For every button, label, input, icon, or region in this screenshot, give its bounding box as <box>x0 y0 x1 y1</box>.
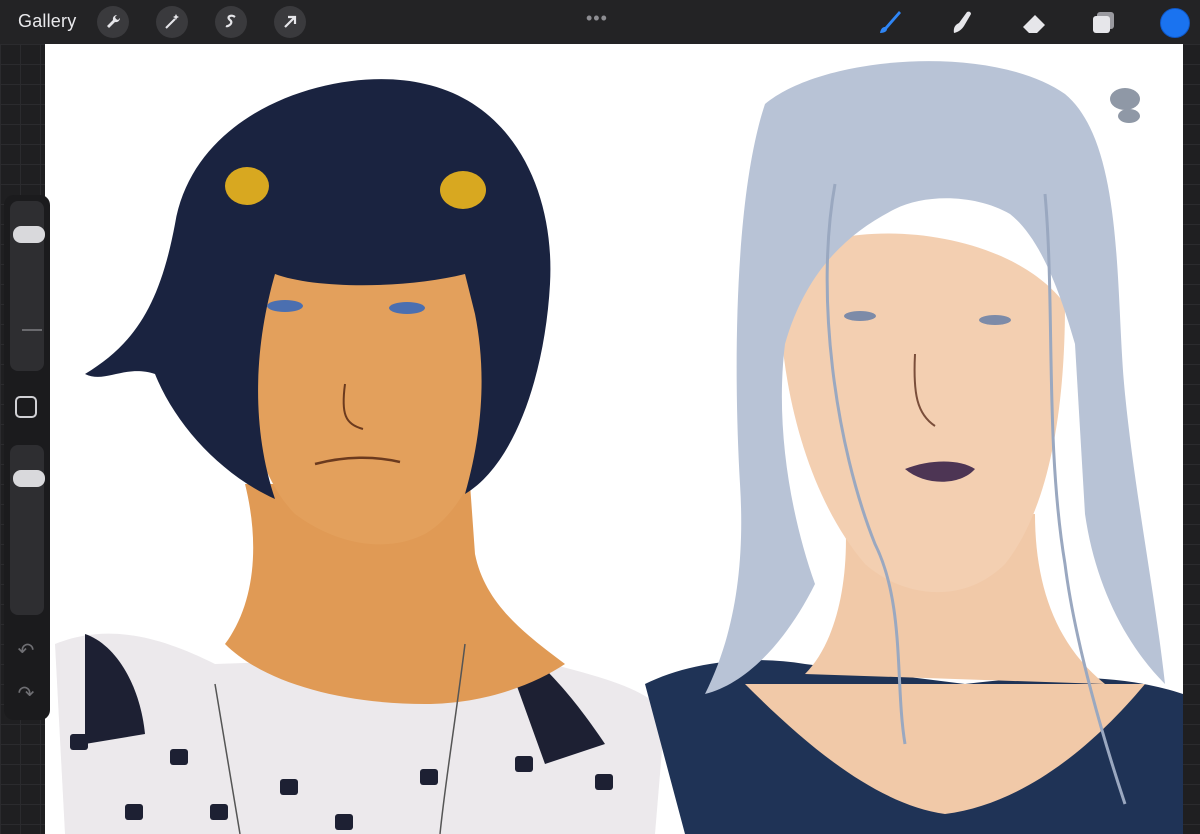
redo-icon[interactable]: ↷ <box>15 683 37 705</box>
gallery-button[interactable]: Gallery <box>18 11 76 32</box>
more-options-icon[interactable]: ••• <box>586 8 608 29</box>
opacity-knob[interactable] <box>13 470 45 487</box>
top-toolbar: Gallery ••• <box>0 0 1200 44</box>
left-figure <box>55 79 665 834</box>
magic-wand-icon[interactable] <box>156 6 188 38</box>
brush-icon[interactable] <box>873 6 905 38</box>
selection-icon[interactable] <box>215 6 247 38</box>
brush-sidebar: ↶ ↷ <box>4 195 50 720</box>
drawing-canvas[interactable] <box>45 44 1183 834</box>
right-figure <box>645 61 1183 834</box>
wrench-icon[interactable] <box>97 6 129 38</box>
opacity-slider[interactable] <box>10 445 45 615</box>
color-picker-swatch[interactable] <box>1160 8 1190 38</box>
layers-icon[interactable] <box>1088 6 1120 38</box>
brush-size-divider <box>22 329 42 331</box>
smudge-icon[interactable] <box>945 6 977 38</box>
brush-size-slider[interactable] <box>10 201 45 371</box>
move-arrow-icon[interactable] <box>274 6 306 38</box>
undo-icon[interactable]: ↶ <box>15 640 37 662</box>
canvas-background-right <box>1183 44 1200 834</box>
artwork <box>55 61 1183 834</box>
eraser-icon[interactable] <box>1018 6 1050 38</box>
brush-size-knob[interactable] <box>13 226 45 243</box>
modify-button[interactable] <box>15 396 37 418</box>
